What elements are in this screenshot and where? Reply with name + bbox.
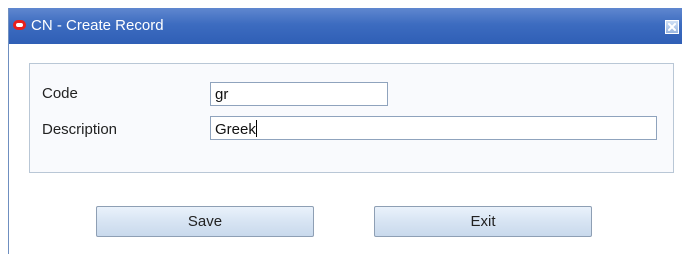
description-label: Description bbox=[42, 121, 118, 138]
save-button[interactable]: Save bbox=[96, 206, 314, 237]
close-icon[interactable] bbox=[665, 20, 679, 34]
window-title: CN - Create Record bbox=[31, 17, 164, 34]
code-field[interactable]: gr bbox=[210, 82, 388, 106]
title-bar: CN - Create Record bbox=[9, 8, 682, 44]
text-cursor bbox=[255, 120, 257, 137]
oracle-logo-icon bbox=[13, 20, 26, 30]
code-field-value: gr bbox=[215, 86, 229, 103]
code-label: Code bbox=[42, 85, 78, 102]
create-record-dialog: CN - Create Record Code gr Description G… bbox=[8, 8, 682, 254]
exit-button[interactable]: Exit bbox=[374, 206, 592, 237]
description-field-value: Greek bbox=[215, 121, 256, 138]
description-field[interactable]: Greek bbox=[210, 116, 657, 140]
